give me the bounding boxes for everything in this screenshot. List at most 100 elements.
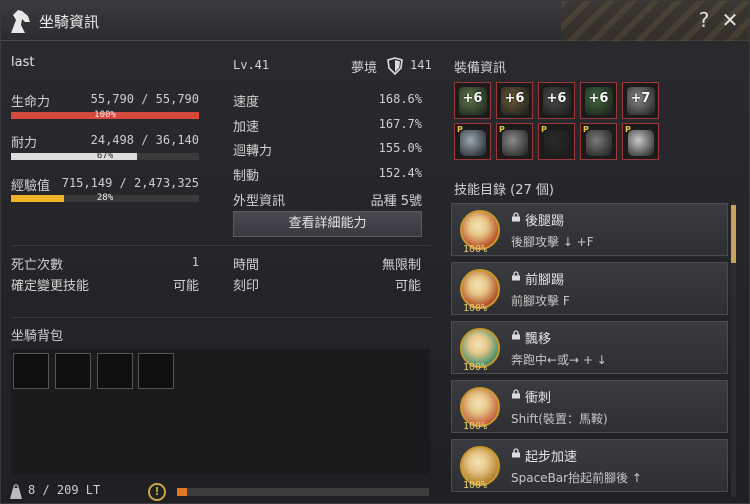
enhance-level: +7	[630, 91, 651, 106]
stamina-value: 24,498 / 36,140	[90, 133, 199, 147]
equipment-slot[interactable]: +7	[622, 82, 659, 119]
exp-value: 715,149 / 2,473,325	[61, 176, 199, 190]
gear-icon	[544, 130, 570, 156]
mount-info-window: 坐騎資訊 ? ✕ last 生命力 55,790 / 55,790 100% 耐…	[0, 0, 750, 504]
equipment-slot[interactable]: P	[496, 123, 533, 160]
equipment-slot[interactable]: +6	[454, 82, 491, 119]
divider	[11, 245, 431, 246]
window-title: 坐騎資訊	[39, 13, 100, 31]
exp-bar: 28%	[11, 193, 199, 203]
lock-icon	[512, 389, 520, 399]
skill-list-title: 技能目錄 (27 個)	[454, 183, 554, 198]
dream-label: 夢境	[351, 61, 378, 76]
acceleration-value: 167.7%	[378, 117, 422, 131]
premium-marker: P	[541, 125, 547, 134]
close-button[interactable]: ✕	[719, 7, 741, 33]
skill-change-label: 確定變更技能	[11, 279, 90, 294]
equipment-slot[interactable]: P	[580, 123, 617, 160]
horse-head-icon	[11, 10, 30, 33]
help-button[interactable]: ?	[693, 7, 715, 33]
imprint-label: 刻印	[233, 279, 260, 294]
scrollbar-thumb[interactable]	[731, 205, 736, 263]
skill-list-scrollbar[interactable]	[731, 201, 736, 497]
enhance-level: +6	[546, 91, 567, 106]
title-bar[interactable]: 坐騎資訊 ? ✕	[1, 1, 749, 41]
skill-name: 前腳踢	[525, 273, 565, 288]
skill-name: 後腿踢	[525, 214, 565, 229]
hp-value: 55,790 / 55,790	[90, 92, 199, 106]
gear-icon	[460, 130, 486, 156]
equipment-slot[interactable]: +6	[580, 82, 617, 119]
view-details-button[interactable]: 查看詳細能力	[233, 211, 422, 237]
stamina-label: 耐力	[11, 136, 38, 151]
lock-icon	[512, 330, 520, 340]
hp-bar: 100%	[11, 110, 199, 120]
bag-slot[interactable]	[55, 353, 91, 389]
equipment-slot[interactable]: P	[622, 123, 659, 160]
lock-icon	[512, 271, 520, 281]
skill-mastery: 100%	[463, 244, 488, 255]
premium-marker: P	[625, 125, 631, 134]
bag-slot[interactable]	[138, 353, 174, 389]
gear-icon	[502, 130, 528, 156]
warning-icon[interactable]: !	[148, 483, 166, 501]
skill-mastery: 100%	[463, 480, 488, 491]
enhance-level: +6	[588, 91, 609, 106]
hp-label: 生命力	[11, 95, 51, 110]
premium-marker: P	[457, 125, 463, 134]
gear-icon	[628, 130, 654, 156]
acceleration-label: 加速	[233, 120, 260, 135]
speed-label: 速度	[233, 95, 260, 110]
skill-item[interactable]: 100% 飄移 奔跑中←或→ + ↓	[451, 321, 728, 374]
equipment-slot[interactable]: +6	[538, 82, 575, 119]
mount-bag-title: 坐騎背包	[11, 329, 64, 344]
skill-item[interactable]: 100% 起步加速 SpaceBar抬起前腳後 ↑	[451, 439, 728, 492]
bag-weight: 8 / 209 LT	[28, 483, 101, 497]
skill-command: 奔跑中←或→ + ↓	[511, 353, 607, 367]
divider	[11, 317, 431, 318]
death-count-label: 死亡次數	[11, 258, 64, 273]
death-count-value: 1	[191, 255, 199, 269]
enhance-level: +6	[504, 91, 525, 106]
gear-icon	[586, 130, 612, 156]
equipment-slot[interactable]: +6	[496, 82, 533, 119]
mount-bag-panel	[11, 349, 430, 475]
equipment-slot[interactable]: P	[538, 123, 575, 160]
premium-marker: P	[499, 125, 505, 134]
skill-command: 前腳攻擊 F	[511, 294, 570, 308]
dream-value: 141	[410, 58, 432, 72]
skill-list: 100% 後腿踢後腳攻擊 ↓ +F 100% 前腳踢前腳攻擊 F 100% 飄移 奔跑中←或…	[451, 201, 728, 497]
shield-icon	[387, 57, 403, 75]
skill-item[interactable]: 100% 後腿踢後腳攻擊 ↓ +F	[451, 203, 728, 256]
enhance-level: +6	[462, 91, 483, 106]
stamina-percent: 67%	[96, 151, 114, 161]
skill-command: 後腳攻擊 ↓ +F	[511, 235, 594, 249]
skill-item[interactable]: 100% 前腳踢前腳攻擊 F	[451, 262, 728, 315]
turning-value: 155.0%	[378, 141, 422, 155]
brake-label: 制動	[233, 169, 260, 184]
skill-item[interactable]: 100% 衝刺 Shift(裝置：馬鞍)	[451, 380, 728, 433]
skill-mastery: 100%	[463, 362, 488, 373]
time-label: 時間	[233, 258, 260, 273]
premium-marker: P	[583, 125, 589, 134]
hp-percent: 100%	[94, 110, 116, 120]
bag-slot[interactable]	[97, 353, 133, 389]
turning-label: 迴轉力	[233, 144, 273, 159]
equipment-slot[interactable]: P	[454, 123, 491, 160]
speed-value: 168.6%	[378, 92, 422, 106]
bag-slot[interactable]	[13, 353, 49, 389]
lock-icon	[512, 212, 520, 222]
skill-name: 起步加速	[525, 450, 578, 465]
skill-name: 衝刺	[525, 391, 552, 406]
skill-command: Shift(裝置：馬鞍)	[511, 412, 608, 426]
weight-icon	[10, 484, 22, 499]
skill-mastery: 100%	[463, 303, 488, 314]
mount-name: last	[11, 55, 35, 70]
lock-icon	[512, 448, 520, 458]
imprint-value: 可能	[394, 279, 421, 294]
appearance-label: 外型資訊	[233, 194, 286, 209]
brake-value: 152.4%	[378, 166, 422, 180]
weight-bar-fill	[177, 488, 188, 496]
skill-mastery: 100%	[463, 421, 488, 432]
exp-percent: 28%	[96, 193, 114, 203]
